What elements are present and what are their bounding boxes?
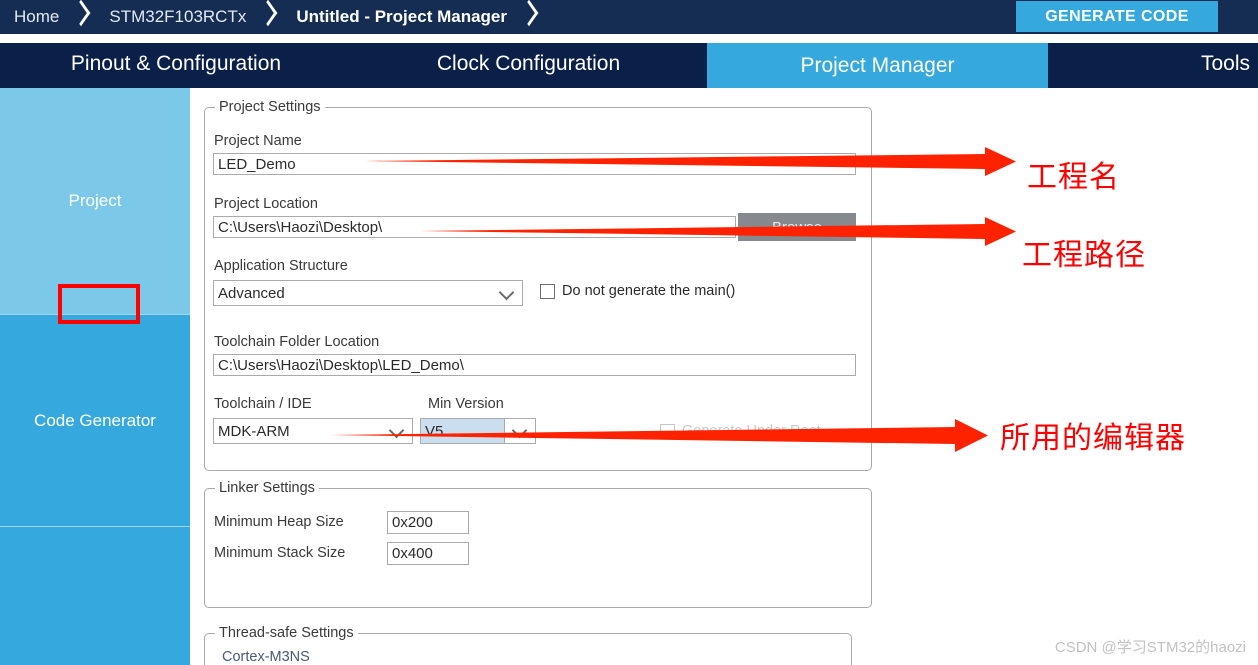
project-location-input[interactable]: C:\Users\Haozi\Desktop\ <box>213 216 736 238</box>
generate-code-button[interactable]: GENERATE CODE <box>1016 1 1218 32</box>
do-not-generate-main-label: Do not generate the main() <box>562 283 736 299</box>
left-sidebar: Project Code Generator <box>0 88 190 665</box>
do-not-generate-main-checkbox[interactable]: Do not generate the main() <box>540 283 735 299</box>
chevron-down-icon <box>388 422 405 439</box>
tab-pinout-configuration[interactable]: Pinout & Configuration <box>2 43 350 84</box>
tab-project-manager[interactable]: Project Manager <box>707 43 1048 88</box>
title-bar: Home STM32F103RCTx Untitled - Project Ma… <box>0 0 1258 34</box>
breadcrumb-item-mcu[interactable]: STM32F103RCTx <box>95 0 256 34</box>
min-version-select[interactable]: V5 <box>420 418 536 444</box>
browse-button[interactable]: Browse <box>738 213 856 241</box>
minimum-stack-size-label: Minimum Stack Size <box>214 545 346 561</box>
application-structure-label: Application Structure <box>214 258 348 274</box>
minimum-heap-size-input[interactable]: 0x200 <box>387 511 469 534</box>
sidebar-item-advanced-settings[interactable] <box>0 527 190 665</box>
sidebar-item-project[interactable]: Project <box>0 88 190 314</box>
application-structure-value: Advanced <box>218 284 285 302</box>
main-tab-bar: Pinout & Configuration Clock Configurati… <box>0 34 1258 97</box>
project-location-label: Project Location <box>214 196 318 212</box>
breadcrumb: Home STM32F103RCTx Untitled - Project Ma… <box>0 0 543 34</box>
chevron-down-icon <box>498 284 515 301</box>
linker-settings-group-title: Linker Settings <box>215 480 319 496</box>
thread-safe-settings-group-title: Thread-safe Settings <box>215 625 358 641</box>
project-name-input[interactable]: LED_Demo <box>213 153 856 175</box>
stm32cubemx-window: Home STM32F103RCTx Untitled - Project Ma… <box>0 0 1258 665</box>
breadcrumb-item-home[interactable]: Home <box>0 0 69 34</box>
toolchain-folder-label: Toolchain Folder Location <box>214 334 380 350</box>
tab-tools[interactable]: Tools <box>1051 43 1258 84</box>
chevron-right-icon <box>517 0 543 34</box>
chevron-right-icon <box>256 0 282 34</box>
generate-under-root-checkbox: Generate Under Root <box>660 423 821 439</box>
tab-strip: Pinout & Configuration Clock Configurati… <box>0 43 1258 97</box>
thread-safe-partial-row-label: Cortex-M3NS <box>222 649 310 665</box>
minimum-stack-size-input[interactable]: 0x400 <box>387 542 469 565</box>
min-version-label: Min Version <box>428 396 504 412</box>
generate-under-root-label: Generate Under Root <box>682 423 821 439</box>
chevron-right-icon <box>69 0 95 34</box>
min-version-value: V5 <box>425 422 444 440</box>
toolchain-folder-input[interactable]: C:\Users\Haozi\Desktop\LED_Demo\ <box>213 354 856 376</box>
minimum-heap-size-label: Minimum Heap Size <box>214 514 344 530</box>
sidebar-item-code-generator[interactable]: Code Generator <box>0 315 190 526</box>
project-settings-group-title: Project Settings <box>215 99 325 115</box>
toolchain-ide-value: MDK-ARM <box>218 422 290 440</box>
checkbox-box-icon <box>540 283 555 299</box>
project-name-label: Project Name <box>214 133 302 149</box>
application-structure-select[interactable]: Advanced <box>213 280 523 306</box>
project-manager-panel: Project Settings Project Name LED_Demo P… <box>192 88 1258 665</box>
toolchain-ide-select[interactable]: MDK-ARM <box>213 418 413 444</box>
toolchain-ide-label: Toolchain / IDE <box>214 396 312 412</box>
tab-clock-configuration[interactable]: Clock Configuration <box>353 43 704 84</box>
checkbox-box-icon <box>660 423 675 439</box>
breadcrumb-item-current[interactable]: Untitled - Project Manager <box>282 0 517 34</box>
